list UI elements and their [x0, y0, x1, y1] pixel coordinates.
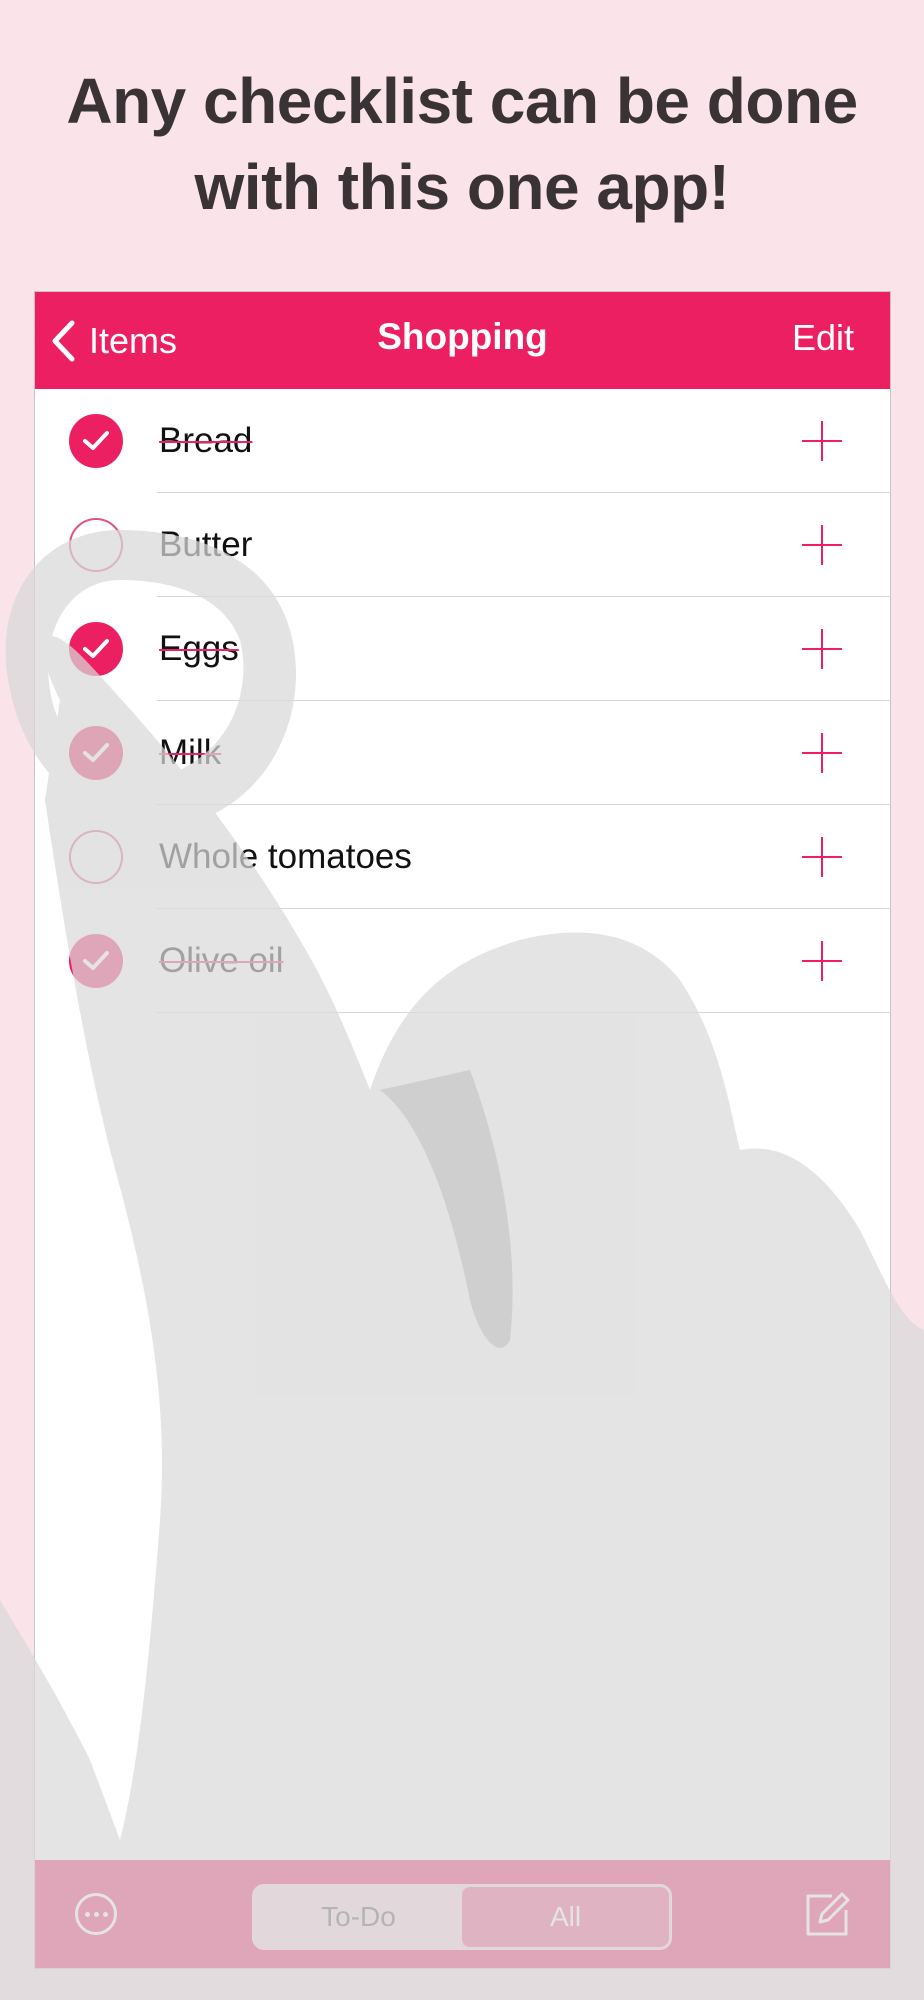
checkbox-checked[interactable] [69, 414, 123, 468]
plus-icon[interactable] [802, 525, 842, 565]
row-divider [157, 1012, 890, 1013]
navigation-bar: Items Shopping Edit [35, 292, 890, 389]
list-item[interactable]: Milk [35, 701, 890, 805]
list-item[interactable]: Bread [35, 389, 890, 493]
back-button[interactable]: Items [51, 318, 177, 364]
headline-line-2: with this one app! [194, 151, 730, 223]
checkbox-checked[interactable] [69, 622, 123, 676]
back-button-label: Items [89, 320, 178, 361]
chevron-left-icon [52, 320, 75, 362]
promo-headline: Any checklist can be done with this one … [0, 58, 924, 230]
compose-icon[interactable] [802, 1890, 852, 1945]
checklist: Bread Butter Eggs Milk Whole tomatoes Ol… [35, 389, 890, 1013]
bottom-toolbar: To-Do All [35, 1860, 890, 1968]
app-screen: Items Shopping Edit Bread Butter Eggs Mi… [34, 291, 891, 1969]
item-label: Milk [159, 733, 222, 772]
plus-icon[interactable] [802, 941, 842, 981]
checkmark-icon [83, 743, 109, 762]
segment-all[interactable]: All [462, 1887, 669, 1947]
item-label: Olive oil [159, 941, 284, 980]
checkbox-unchecked[interactable] [69, 830, 123, 884]
segment-todo[interactable]: To-Do [255, 1887, 462, 1947]
list-item[interactable]: Butter [35, 493, 890, 597]
plus-icon[interactable] [802, 837, 842, 877]
checkmark-icon [83, 951, 109, 970]
checkmark-icon [83, 639, 109, 658]
checkbox-checked[interactable] [69, 934, 123, 988]
item-label: Bread [159, 421, 253, 460]
plus-icon[interactable] [802, 629, 842, 669]
headline-line-1: Any checklist can be done [66, 65, 858, 137]
edit-button[interactable]: Edit [792, 317, 854, 359]
list-item[interactable]: Eggs [35, 597, 890, 701]
item-label: Butter [159, 525, 253, 564]
ellipsis-circle-icon[interactable] [75, 1893, 117, 1935]
item-label: Eggs [159, 629, 239, 668]
plus-icon[interactable] [802, 733, 842, 773]
checkbox-checked[interactable] [69, 726, 123, 780]
plus-icon[interactable] [802, 421, 842, 461]
list-item[interactable]: Whole tomatoes [35, 805, 890, 909]
list-item[interactable]: Olive oil [35, 909, 890, 1013]
checkbox-unchecked[interactable] [69, 518, 123, 572]
checkmark-icon [83, 431, 109, 450]
filter-segmented-control: To-Do All [252, 1884, 672, 1950]
item-label: Whole tomatoes [159, 837, 412, 876]
